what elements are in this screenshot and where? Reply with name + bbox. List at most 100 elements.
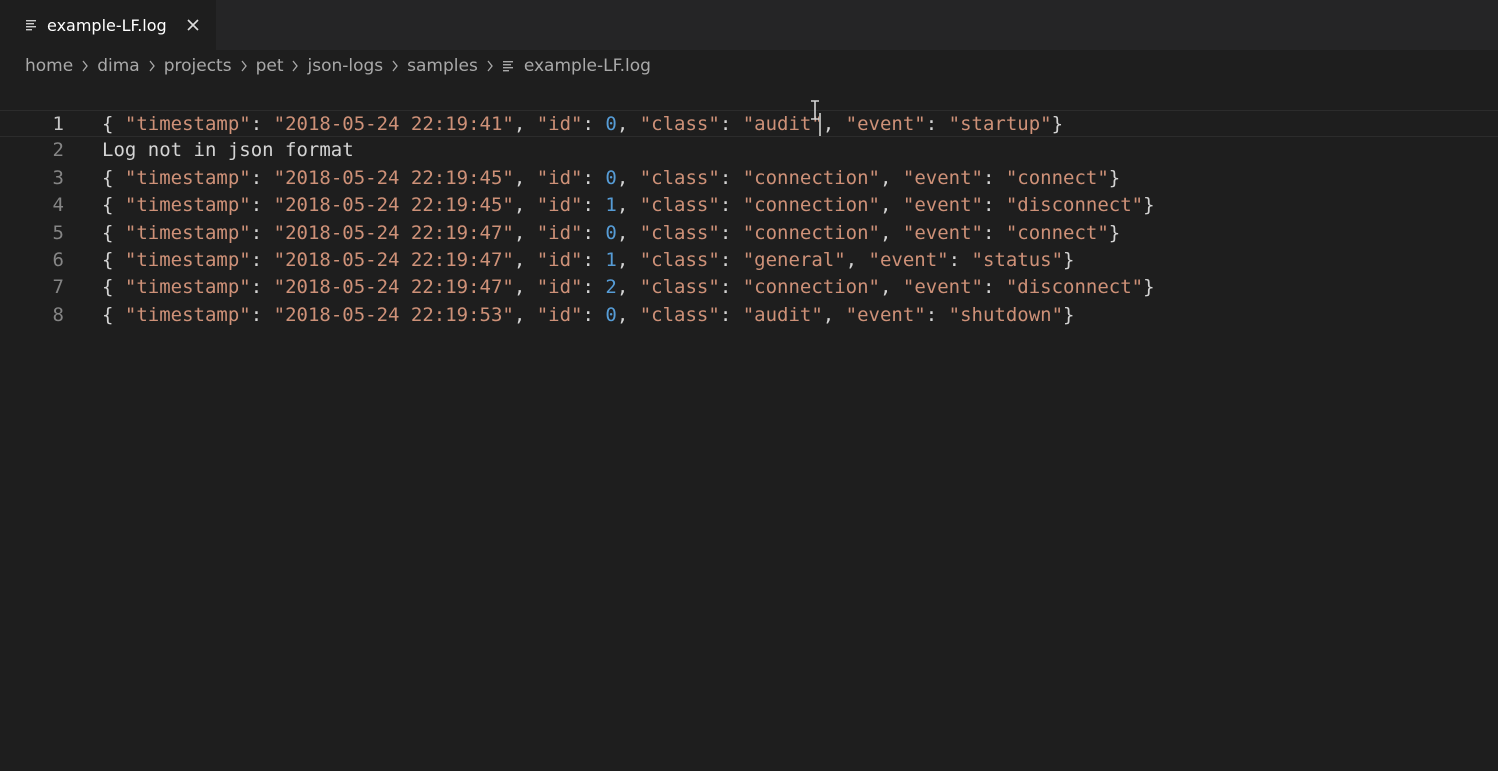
code-token: , [879, 221, 903, 244]
json-string-value: "disconnect" [1005, 276, 1144, 299]
editor-line[interactable]: 6 { "timestamp": "2018-05-24 22:19:47", "… [0, 247, 1498, 274]
code-token: : [719, 221, 743, 244]
json-key: "event" [902, 221, 983, 244]
plain-text: Log not in json format [102, 139, 354, 162]
code-token: : [582, 303, 606, 326]
code-token: , [845, 249, 869, 271]
code-token: } [1051, 113, 1064, 135]
json-key: "class" [639, 303, 720, 326]
editor-line[interactable]: 3 { "timestamp": "2018-05-24 22:19:45", "… [0, 165, 1498, 192]
code-token: , [879, 276, 903, 299]
json-string-value: "2018-05-24 22:19:53" [273, 303, 514, 326]
json-number-value: 0 [605, 166, 617, 189]
code-token: : [582, 166, 606, 189]
json-string-value: "connection" [742, 276, 880, 299]
breadcrumb: home dima projects pet json-logs samples… [25, 50, 651, 82]
code-token: : [925, 303, 949, 326]
json-key: "class" [639, 221, 720, 244]
code-token: { [102, 194, 125, 217]
line-number: 7 [52, 276, 64, 299]
code-token: , [616, 166, 640, 189]
code-token: : [582, 221, 606, 244]
code-token: } [1108, 221, 1121, 244]
json-string-value: "2018-05-24 22:19:47" [273, 221, 514, 244]
code-token: , [513, 194, 537, 217]
code-token: : [719, 113, 743, 135]
code-token: } [1063, 303, 1075, 326]
code-token: , [616, 249, 640, 271]
line-number: 8 [52, 303, 64, 326]
json-key: "id" [536, 221, 583, 244]
breadcrumb-item-projects[interactable]: projects [164, 56, 232, 76]
editor[interactable]: 1 { "timestamp": "2018-05-24 22:19:41", "… [0, 96, 1498, 771]
line-content: Log not in json format [102, 137, 354, 164]
code-token: : [582, 113, 606, 135]
code-token: : [582, 249, 606, 271]
line-content: { "timestamp": "2018-05-24 22:19:47", "i… [102, 274, 1155, 301]
json-key: "event" [902, 276, 983, 299]
json-key: "timestamp" [124, 303, 251, 326]
json-string-value: "connection" [742, 221, 880, 244]
json-string-value: "disconnect" [1005, 194, 1144, 217]
breadcrumb-item-json-logs[interactable]: json-logs [307, 56, 383, 76]
editor-line[interactable]: 8 { "timestamp": "2018-05-24 22:19:53", "… [0, 302, 1498, 329]
editor-line[interactable]: 2 Log not in json format [0, 137, 1498, 164]
json-string-value: "shutdown" [948, 303, 1064, 326]
code-token: } [1143, 194, 1155, 217]
json-key: "id" [536, 166, 583, 189]
code-token: , [822, 113, 846, 135]
tab-example-lf-log[interactable]: example-LF.log [0, 0, 216, 50]
json-key: "id" [536, 303, 583, 326]
breadcrumb-item-home[interactable]: home [25, 56, 73, 76]
code-token: : [250, 221, 274, 244]
breadcrumb-item-file[interactable]: example-LF.log [502, 56, 651, 76]
code-token: : [250, 303, 274, 326]
json-key: "event" [902, 166, 983, 189]
code-token: { [102, 303, 125, 326]
line-content: { "timestamp": "2018-05-24 22:19:45", "i… [102, 192, 1155, 219]
code-token: , [616, 221, 640, 244]
json-key: "timestamp" [124, 194, 251, 217]
close-icon[interactable] [184, 16, 202, 34]
code-token: : [582, 276, 606, 299]
code-token: : [250, 249, 274, 271]
code-token: : [250, 194, 274, 217]
json-key: "event" [845, 113, 926, 135]
editor-line[interactable]: 4 { "timestamp": "2018-05-24 22:19:45", "… [0, 192, 1498, 219]
code-token: , [513, 113, 537, 135]
editor-line[interactable]: 5 { "timestamp": "2018-05-24 22:19:47", "… [0, 220, 1498, 247]
line-content: { "timestamp": "2018-05-24 22:19:53", "i… [102, 302, 1074, 329]
json-string-value: "2018-05-24 22:19:45" [273, 194, 514, 217]
json-string-value: "status" [971, 249, 1064, 271]
line-content: { "timestamp": "2018-05-24 22:19:41", "i… [102, 111, 1063, 138]
file-lines-icon [502, 61, 513, 72]
breadcrumb-item-dima[interactable]: dima [97, 56, 140, 76]
json-key: "class" [639, 113, 720, 135]
chevron-right-icon [140, 58, 164, 74]
code-token: : [948, 249, 972, 271]
json-key: "timestamp" [124, 166, 251, 189]
json-key: "id" [536, 249, 583, 271]
chevron-right-icon [232, 58, 256, 74]
breadcrumb-item-samples[interactable]: samples [407, 56, 478, 76]
json-number-value: 0 [605, 221, 617, 244]
json-key: "class" [639, 249, 720, 271]
tab-label: example-LF.log [47, 15, 167, 35]
chevron-right-icon [478, 58, 502, 74]
json-key: "event" [902, 194, 983, 217]
editor-line[interactable]: 1 { "timestamp": "2018-05-24 22:19:41", "… [0, 110, 1498, 137]
json-string-value: "connect" [1005, 166, 1109, 189]
editor-line[interactable]: 7 { "timestamp": "2018-05-24 22:19:47", "… [0, 274, 1498, 301]
json-string-value: "startup" [948, 113, 1052, 135]
line-number: 4 [52, 194, 64, 217]
code-token: : [719, 249, 743, 271]
code-token: : [582, 194, 606, 217]
code-token: { [102, 249, 125, 271]
json-string-value: "2018-05-24 22:19:41" [273, 113, 514, 135]
json-string-value: "2018-05-24 22:19:45" [273, 166, 514, 189]
json-key: "class" [639, 276, 720, 299]
chevron-right-icon [383, 58, 407, 74]
line-content: { "timestamp": "2018-05-24 22:19:47", "i… [102, 247, 1074, 274]
breadcrumb-item-pet[interactable]: pet [256, 56, 284, 76]
code-token: : [925, 113, 949, 135]
